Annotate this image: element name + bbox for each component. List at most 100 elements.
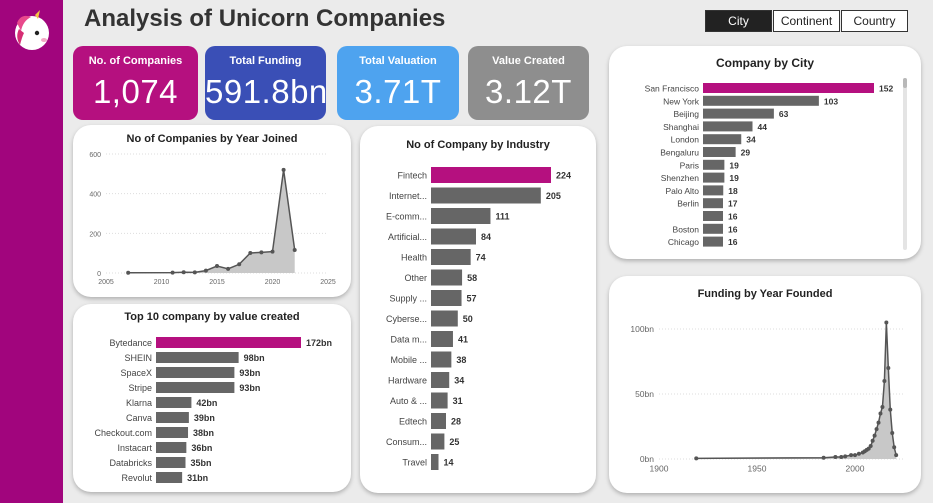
kpi-label: Total Valuation — [359, 55, 437, 67]
scrollbar-track[interactable] — [903, 78, 907, 250]
data-point — [882, 379, 887, 383]
category-label: Mobile ... — [390, 355, 427, 365]
data-label: 28 — [451, 417, 461, 427]
bar — [703, 172, 725, 183]
scrollbar-thumb[interactable] — [903, 78, 907, 88]
data-point — [237, 262, 242, 267]
chart-funding-founded-card: Funding by Year Founded 0bn 50bn 100bn 1900… — [609, 276, 921, 493]
category-label: San Francisco — [645, 84, 700, 94]
category-label: Beijing — [673, 109, 699, 119]
kpi-label: Total Funding — [229, 55, 302, 67]
kpi-value: 3.71T — [354, 73, 442, 110]
bar — [156, 442, 187, 453]
bar — [431, 372, 450, 388]
data-point — [839, 455, 844, 460]
category-label: Checkout.com — [94, 428, 152, 438]
y-tick-label: 0bn — [640, 454, 654, 464]
data-point — [259, 250, 264, 255]
data-label: 152 — [879, 84, 893, 94]
x-tick-label: 1950 — [748, 464, 767, 474]
kpi-value: 3.12T — [485, 73, 572, 110]
category-label: Chicago — [668, 237, 699, 247]
bar — [156, 367, 235, 378]
chart-funding-founded: 0bn 50bn 100bn 1900 1950 2000 — [630, 320, 904, 474]
data-label: 31bn — [187, 473, 208, 483]
bar — [703, 108, 774, 119]
x-tick-label: 2015 — [209, 279, 225, 286]
category-label: Berlin — [677, 199, 699, 209]
data-label: 35bn — [191, 458, 212, 468]
data-point — [203, 268, 208, 273]
category-label: Health — [401, 253, 427, 263]
data-point — [880, 405, 885, 409]
bar — [703, 121, 753, 132]
filter-city-button[interactable]: City — [705, 10, 772, 32]
data-label: 39bn — [194, 413, 215, 423]
data-label: 50 — [463, 314, 473, 324]
kpi-valuation-card: Total Valuation 3.71T — [337, 46, 459, 120]
kpi-label: No. of Companies — [88, 55, 183, 67]
data-point — [833, 455, 838, 460]
category-label: Shanghai — [663, 122, 699, 132]
bar — [431, 433, 445, 450]
filter-continent-button[interactable]: Continent — [773, 10, 840, 32]
data-label: 38 — [456, 355, 466, 365]
page-title: Analysis of Unicorn Companies — [84, 5, 446, 32]
filter-country-button[interactable]: Country — [841, 10, 908, 32]
data-label: 16 — [728, 224, 738, 234]
bar — [703, 147, 736, 157]
data-point — [872, 433, 877, 438]
category-label: Stripe — [128, 383, 152, 393]
data-point — [874, 427, 879, 432]
bar — [703, 159, 725, 170]
bar — [156, 352, 239, 363]
kpi-value: 1,074 — [92, 73, 179, 110]
data-label: 93bn — [239, 368, 260, 378]
category-label: Internet... — [389, 191, 427, 201]
category-label: Supply ... — [389, 294, 427, 304]
data-point — [821, 455, 826, 460]
bar — [431, 167, 551, 183]
data-point — [849, 453, 854, 458]
data-label: 172bn — [306, 338, 332, 348]
bar — [156, 382, 235, 393]
area-fill — [696, 322, 897, 459]
data-point — [890, 431, 895, 435]
data-label: 34 — [746, 135, 756, 145]
bar — [156, 427, 189, 438]
bar — [703, 198, 723, 209]
y-tick-label: 200 — [89, 231, 101, 238]
data-point — [886, 366, 891, 370]
bar — [431, 351, 452, 368]
category-label: Hardware — [388, 376, 427, 386]
series-line — [696, 322, 897, 460]
kpi-funding-card: Total Funding 591.8bn — [205, 46, 327, 120]
data-label: 17 — [728, 199, 738, 209]
data-point — [215, 264, 219, 269]
data-point — [894, 453, 899, 458]
data-point — [868, 444, 873, 448]
category-label: Boston — [673, 224, 700, 234]
data-point — [884, 320, 889, 325]
category-label: SpaceX — [120, 368, 152, 378]
data-point — [270, 249, 275, 254]
category-label: London — [671, 135, 700, 145]
category-label: Instacart — [117, 443, 152, 453]
category-label: Databricks — [109, 458, 152, 468]
data-label: 57 — [467, 294, 477, 304]
data-label: 205 — [546, 191, 561, 201]
unicorn-logo-icon — [15, 10, 49, 50]
category-label: New York — [663, 96, 700, 106]
category-label: SHEIN — [124, 353, 152, 363]
y-tick-label: 400 — [89, 192, 101, 199]
bar — [431, 290, 462, 306]
data-point — [126, 270, 131, 275]
chart-year-joined: 0 200 400 600 2005 2010 2015 2020 2025 — [89, 152, 336, 286]
chart-top10: Bytedance 172bn SHEIN 98bn SpaceX 93bn Stripe 9… — [94, 337, 332, 483]
category-label: Palo Alto — [665, 186, 699, 196]
data-point — [226, 266, 231, 271]
data-label: 224 — [556, 171, 571, 181]
bar — [703, 95, 819, 106]
bar — [156, 457, 186, 468]
category-label: Other — [404, 273, 427, 283]
